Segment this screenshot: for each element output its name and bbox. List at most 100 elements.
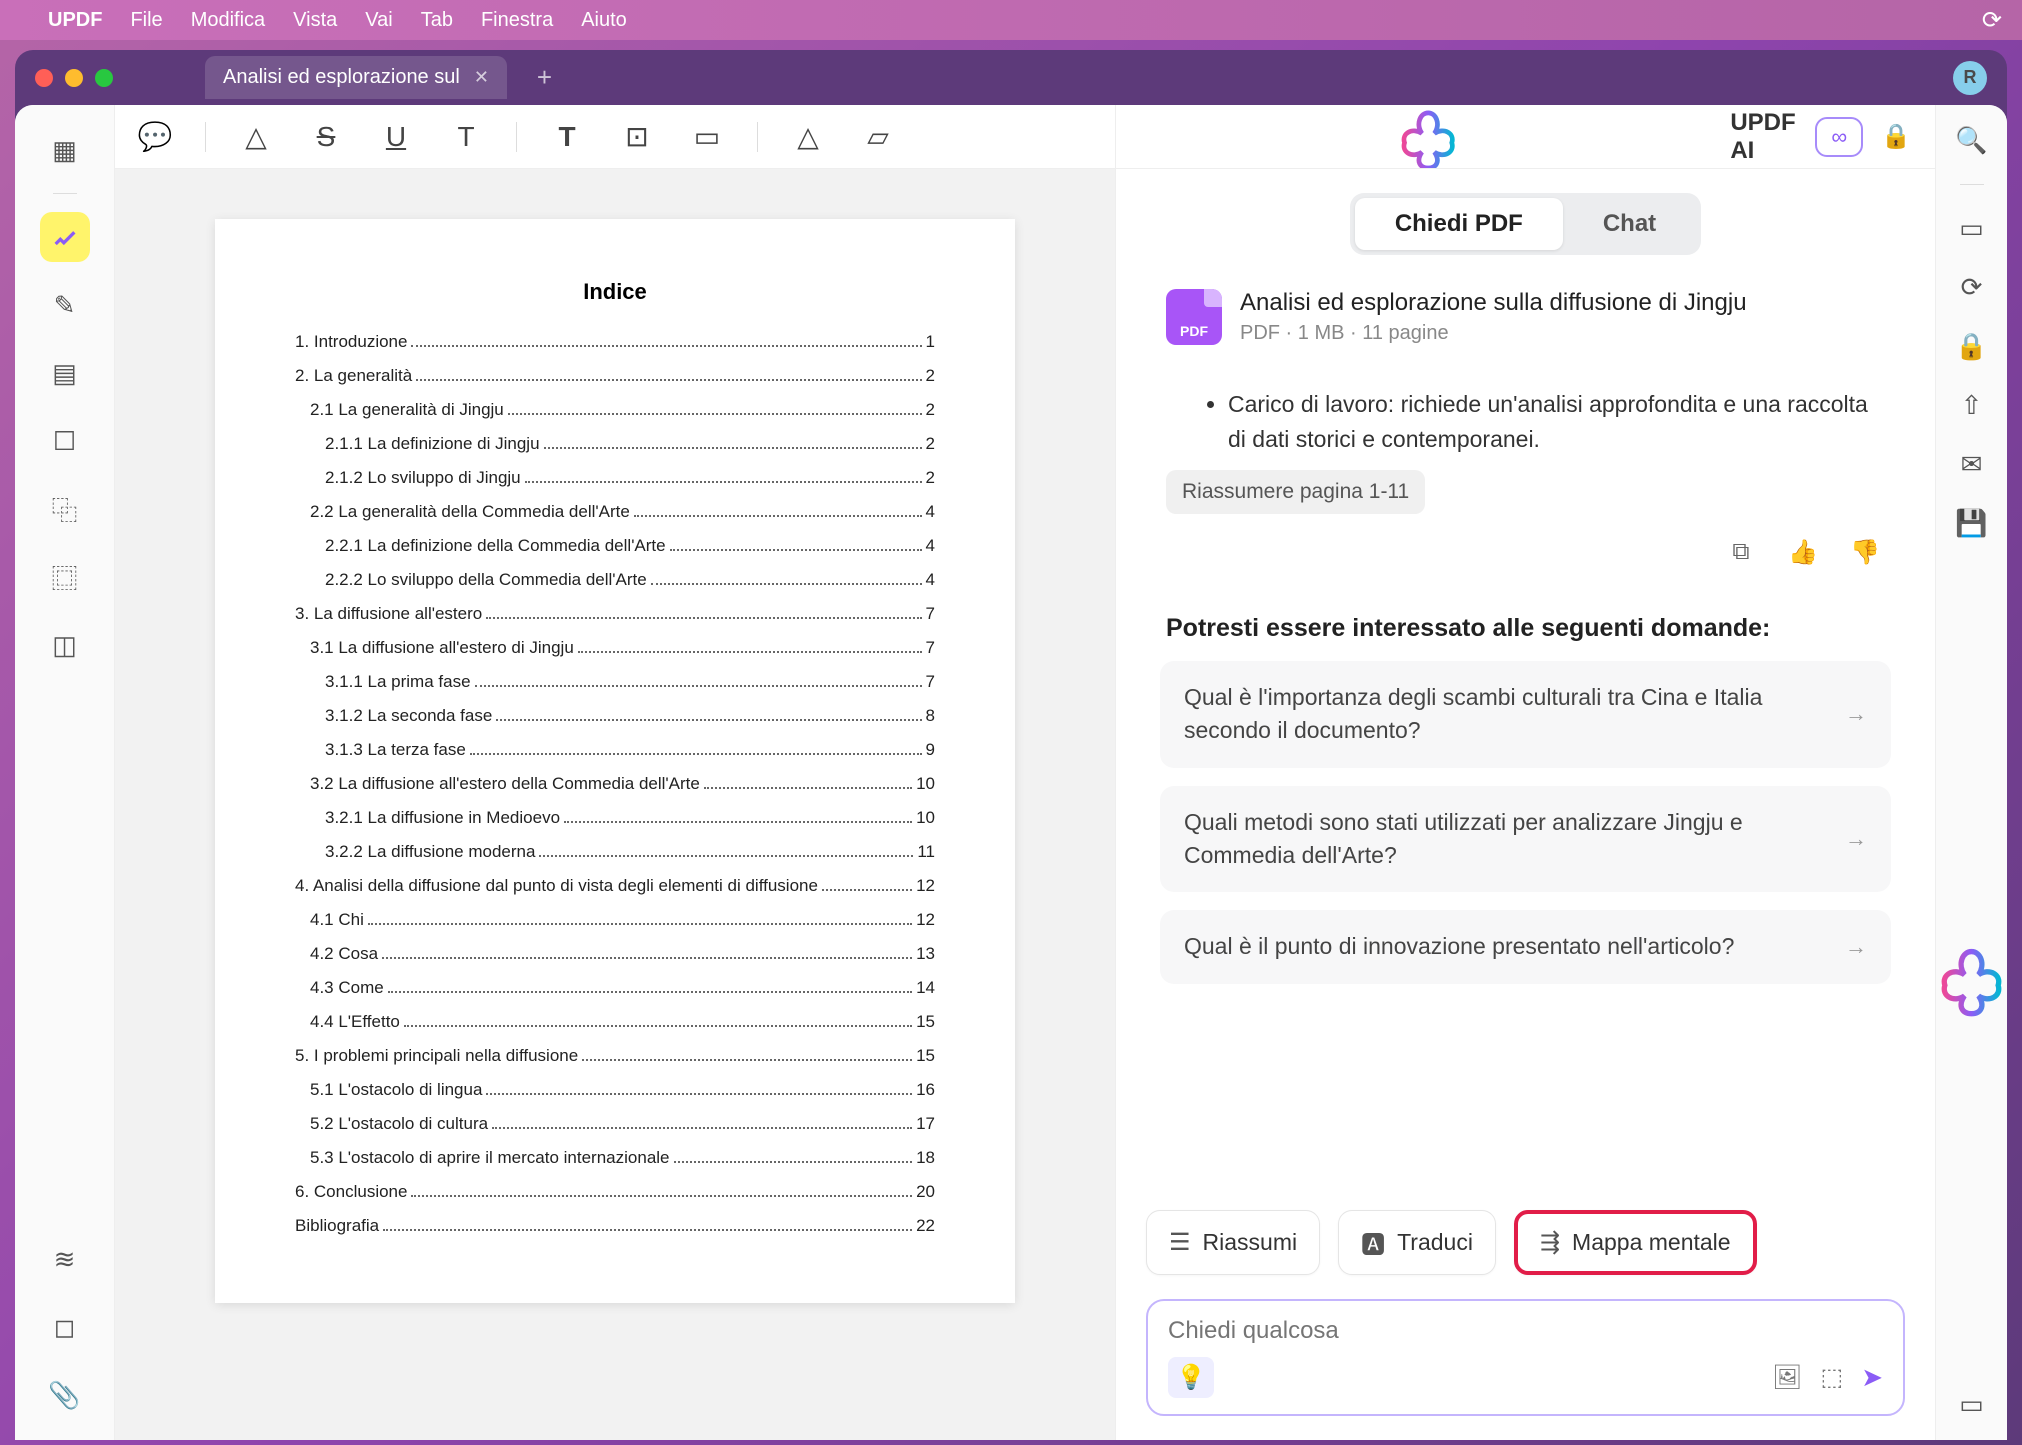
forms-icon[interactable]: ☐	[40, 416, 90, 466]
highlight-icon[interactable]: △	[236, 120, 276, 153]
ai-response: Carico di lavoro: richiede un'analisi ap…	[1146, 377, 1905, 456]
document-tab[interactable]: Analisi ed esplorazione sul ✕	[205, 56, 507, 99]
menu-window[interactable]: Finestra	[481, 9, 553, 32]
macos-menubar: UPDF File Modifica Vista Vai Tab Finestr…	[0, 0, 2022, 40]
edit-text-icon[interactable]: ✎	[40, 280, 90, 330]
window-controls	[35, 69, 113, 87]
mindmap-button[interactable]: ⇶ Mappa mentale	[1514, 1210, 1757, 1275]
squiggly-icon[interactable]: T	[446, 121, 486, 153]
main-column: 💬 △ S U T T ⊡ ▭ △ ▱ Indice 1. Introduzio…	[115, 105, 1115, 1440]
close-tab-icon[interactable]: ✕	[474, 67, 489, 88]
chat-input-area: 💡 🖼 ⬚ ➤	[1146, 1299, 1905, 1416]
tab-ask-pdf[interactable]: Chiedi PDF	[1355, 198, 1563, 250]
maximize-window-button[interactable]	[95, 69, 113, 87]
toc-entry: 3.1.2 La seconda fase8	[295, 699, 935, 733]
reader-mode-icon[interactable]: ▦	[40, 125, 90, 175]
table-of-contents: 1. Introduzione12. La generalità22.1 La …	[295, 325, 935, 1243]
tab-title: Analisi ed esplorazione sul	[223, 66, 460, 89]
arrow-right-icon: →	[1845, 931, 1867, 963]
pdf-page: Indice 1. Introduzione12. La generalità2…	[215, 219, 1015, 1303]
underline-icon[interactable]: U	[376, 121, 416, 153]
menubar-status-icon[interactable]: ⟳	[1982, 6, 2002, 35]
left-sidebar: ▦ ✎ ▤ ☐ ⿻ ⿴ ◫ ≋ ◻ 📎	[15, 105, 115, 1440]
crop-icon[interactable]: ⿴	[40, 552, 90, 602]
toc-entry: 2. La generalità2	[295, 359, 935, 393]
ocr-icon[interactable]: ▭	[1959, 213, 1984, 244]
mindmap-icon: ⇶	[1540, 1228, 1560, 1257]
infinity-button[interactable]: ∞	[1815, 117, 1863, 157]
crop-input-icon[interactable]: ⬚	[1821, 1363, 1844, 1392]
ai-body: PDF Analisi ed esplorazione sulla diffus…	[1116, 271, 1935, 1186]
suggestion-item[interactable]: Qual è l'importanza degli scambi cultura…	[1160, 661, 1891, 768]
document-card[interactable]: PDF Analisi ed esplorazione sulla diffus…	[1146, 271, 1905, 363]
layers-icon[interactable]: ≋	[40, 1234, 90, 1284]
textbox-icon[interactable]: ⊡	[617, 120, 657, 153]
toc-entry: Bibliografia22	[295, 1209, 935, 1243]
toc-entry: 2.2 La generalità della Commedia dell'Ar…	[295, 495, 935, 529]
page-layout-icon[interactable]: ▤	[40, 348, 90, 398]
response-actions: ⧉ 👍 👎	[1146, 532, 1905, 596]
chat-input[interactable]	[1168, 1317, 1883, 1345]
image-icon[interactable]: 🖼	[1772, 1363, 1802, 1392]
menu-app-name[interactable]: UPDF	[48, 9, 102, 32]
updf-logo-icon[interactable]	[1936, 595, 2007, 1361]
convert-icon[interactable]: ⟳	[1961, 272, 1983, 303]
summary-chip[interactable]: Riassumere pagina 1-11	[1166, 470, 1425, 514]
tab-chat[interactable]: Chat	[1563, 198, 1696, 250]
menu-tab[interactable]: Tab	[421, 9, 453, 32]
email-icon[interactable]: ✉	[1961, 449, 1983, 480]
highlight-tool-icon[interactable]	[40, 212, 90, 262]
toc-entry: 3. La diffusione all'estero7	[295, 597, 935, 631]
copy-icon[interactable]: ⧉	[1721, 532, 1761, 572]
attachment-icon[interactable]: 📎	[40, 1370, 90, 1420]
minimize-window-button[interactable]	[65, 69, 83, 87]
document-title: Analisi ed esplorazione sulla diffusione…	[1240, 289, 1885, 317]
close-window-button[interactable]	[35, 69, 53, 87]
document-viewport[interactable]: Indice 1. Introduzione12. La generalità2…	[115, 169, 1115, 1440]
menu-edit[interactable]: Modifica	[191, 9, 265, 32]
send-icon[interactable]: ➤	[1861, 1362, 1883, 1393]
toc-entry: 2.2.1 La definizione della Commedia dell…	[295, 529, 935, 563]
toc-entry: 4.4 L'Effetto15	[295, 1005, 935, 1039]
bookmark-icon[interactable]: ◻	[40, 1302, 90, 1352]
pencil-icon[interactable]: △	[788, 120, 828, 153]
text-icon[interactable]: T	[547, 121, 587, 153]
ai-panel: UPDF AI ∞ 🔒 Chiedi PDF Chat PDF Analisi …	[1115, 105, 1935, 1440]
suggestion-item[interactable]: Qual è il punto di innovazione presentat…	[1160, 910, 1891, 983]
pdf-file-icon: PDF	[1166, 289, 1222, 345]
search-icon[interactable]: 🔍	[1955, 125, 1987, 156]
menu-go[interactable]: Vai	[365, 9, 392, 32]
comment-icon[interactable]: 💬	[135, 120, 175, 153]
translate-button[interactable]: 🅰 Traduci	[1338, 1210, 1496, 1275]
menu-view[interactable]: Vista	[293, 9, 337, 32]
redact-icon[interactable]: ◫	[40, 620, 90, 670]
eraser-icon[interactable]: ▱	[858, 120, 898, 153]
lightbulb-icon[interactable]: 💡	[1168, 1357, 1214, 1398]
save-icon[interactable]: 💾	[1955, 508, 1987, 539]
menu-file[interactable]: File	[130, 9, 162, 32]
suggestions-list: Qual è l'importanza degli scambi cultura…	[1146, 661, 1905, 984]
menu-help[interactable]: Aiuto	[581, 9, 627, 32]
callout-icon[interactable]: ▭	[687, 120, 727, 153]
toc-entry: 3.2.2 La diffusione moderna11	[295, 835, 935, 869]
lock-icon[interactable]: 🔒	[1881, 122, 1911, 151]
summarize-button[interactable]: ☰ Riassumi	[1146, 1210, 1320, 1275]
share-icon[interactable]: ⇧	[1961, 390, 1983, 421]
ai-panel-title: UPDF AI	[1730, 109, 1801, 165]
thumbs-down-icon[interactable]: 👎	[1845, 532, 1885, 572]
ai-tabs: Chiedi PDF Chat	[1116, 169, 1935, 271]
document-meta: PDF · 1 MB · 11 pagine	[1240, 322, 1885, 345]
new-tab-button[interactable]: +	[537, 62, 552, 93]
app-window: Analisi ed esplorazione sul ✕ + R ▦ ✎ ▤ …	[15, 50, 2007, 1440]
organize-pages-icon[interactable]: ⿻	[40, 484, 90, 534]
suggestion-item[interactable]: Quali metodi sono stati utilizzati per a…	[1160, 786, 1891, 893]
arrow-right-icon: →	[1845, 823, 1867, 855]
toc-entry: 3.1 La diffusione all'estero di Jingju7	[295, 631, 935, 665]
comment-panel-icon[interactable]: ▭	[1959, 1389, 1984, 1420]
user-avatar[interactable]: R	[1953, 61, 1987, 95]
toc-entry: 5.3 L'ostacolo di aprire il mercato inte…	[295, 1141, 935, 1175]
right-sidebar: 🔍 ▭ ⟳ 🔒 ⇧ ✉ 💾 ▭	[1935, 105, 2007, 1440]
strikethrough-icon[interactable]: S	[306, 121, 346, 153]
thumbs-up-icon[interactable]: 👍	[1783, 532, 1823, 572]
protect-icon[interactable]: 🔒	[1955, 331, 1987, 362]
